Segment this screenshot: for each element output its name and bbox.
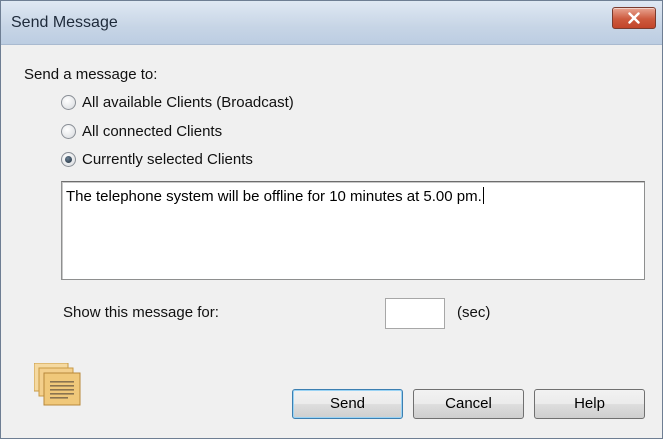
radio-label: All available Clients (Broadcast) (82, 93, 294, 111)
radio-button[interactable] (61, 94, 76, 110)
radio-currently-selected-clients[interactable]: Currently selected Clients (61, 150, 253, 168)
message-textarea[interactable]: The telephone system will be offline for… (61, 181, 645, 280)
title-bar[interactable]: Send Message (1, 1, 662, 45)
recipients-label: Send a message to: (24, 66, 158, 83)
dialog-title: Send Message (11, 14, 118, 31)
send-message-dialog: Send Message Send a message to: All avai… (0, 0, 663, 439)
text-caret (482, 187, 484, 204)
cancel-button[interactable]: Cancel (413, 389, 524, 419)
close-button[interactable] (612, 7, 656, 29)
radio-button[interactable] (61, 151, 76, 167)
duration-label: Show this message for: (63, 304, 219, 321)
document-stack-icon (34, 363, 81, 406)
dialog-body: Send a message to: All available Clients… (1, 45, 662, 438)
close-icon (628, 12, 640, 24)
radio-label: Currently selected Clients (82, 150, 253, 168)
duration-unit-label: (sec) (457, 304, 491, 321)
help-button[interactable]: Help (534, 389, 645, 419)
duration-seconds-input[interactable] (385, 298, 445, 329)
message-text: The telephone system will be offline for… (66, 188, 482, 205)
send-button[interactable]: Send (292, 389, 403, 419)
radio-all-connected-clients[interactable]: All connected Clients (61, 122, 222, 140)
radio-label: All connected Clients (82, 122, 223, 140)
radio-all-available-clients[interactable]: All available Clients (Broadcast) (61, 93, 294, 111)
radio-button[interactable] (61, 123, 76, 139)
